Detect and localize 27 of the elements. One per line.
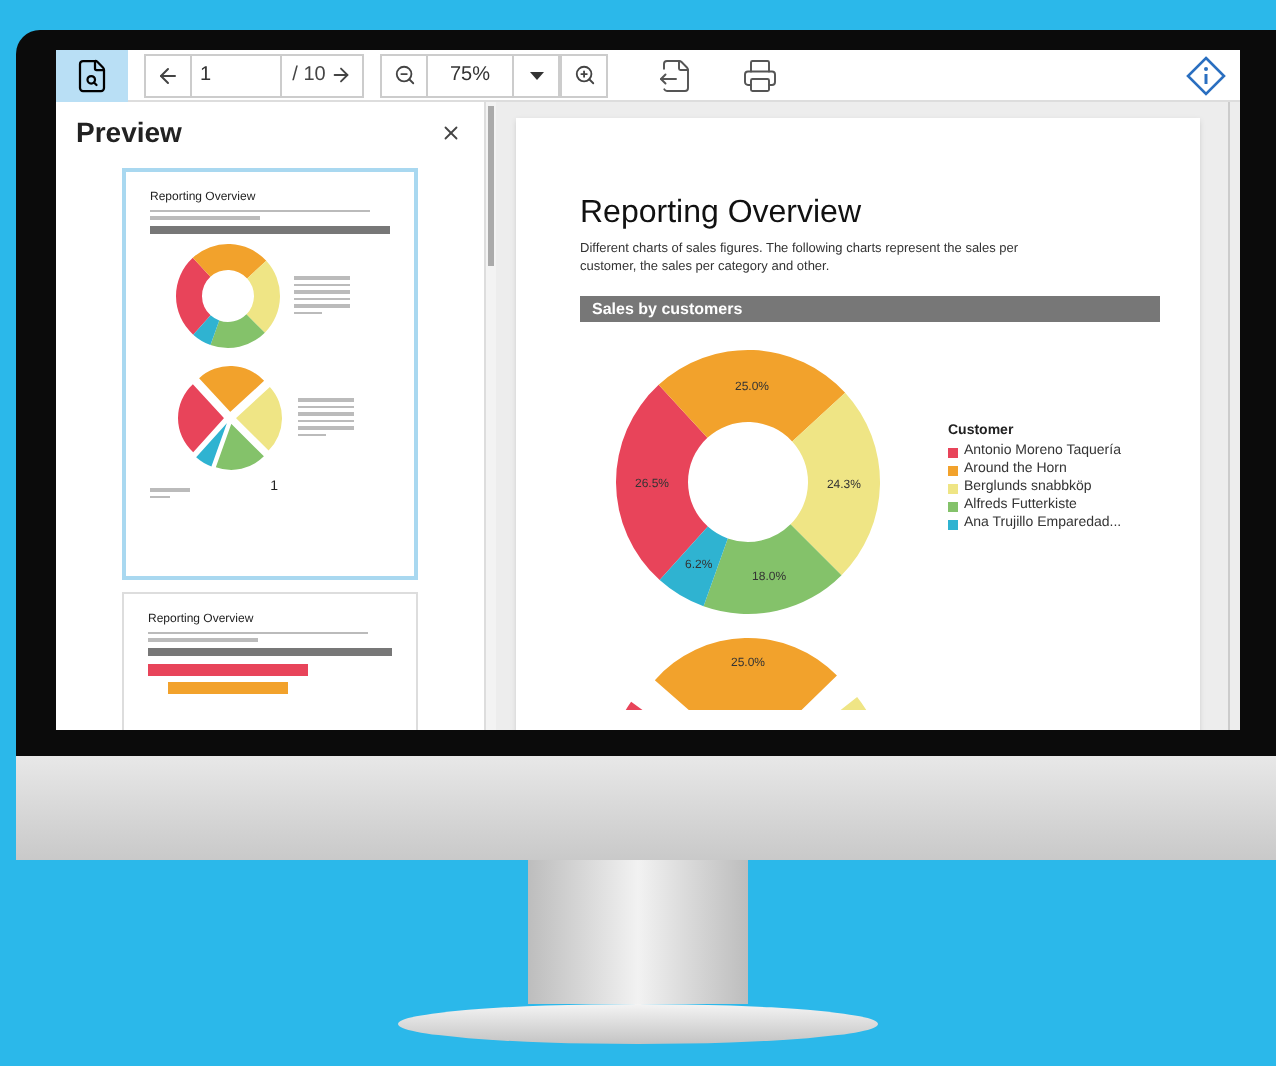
previous-page-button[interactable] (144, 53, 192, 97)
preview-toggle-button[interactable] (56, 50, 128, 101)
text-lines-drawing (150, 488, 190, 499)
scrollbar[interactable] (1228, 102, 1240, 730)
text-lines-drawing (294, 276, 350, 315)
next-page-button[interactable]: / 10 (280, 53, 364, 97)
scrollbar[interactable] (486, 102, 496, 730)
report-title: Reporting Overview (580, 194, 863, 234)
caret-icon (529, 71, 543, 79)
zoom-in-icon (573, 64, 595, 86)
arrow-right-icon (329, 64, 352, 86)
printer-icon (742, 57, 778, 93)
zoom-dropdown-button[interactable] (512, 53, 560, 97)
document-export-icon (658, 57, 694, 93)
arrow-left-icon (156, 63, 180, 87)
section-heading: Sales by customers (580, 296, 1160, 322)
close-icon (439, 121, 461, 144)
exploded-pie-drawing (174, 361, 286, 474)
zoom-field[interactable]: 75% (428, 53, 512, 97)
search-document-icon (74, 57, 110, 93)
info-button[interactable] (1184, 53, 1228, 97)
zoom-out-button[interactable] (380, 53, 428, 97)
text-lines-drawing (298, 398, 354, 437)
sidebar-title: Preview (76, 113, 182, 152)
info-icon (1186, 55, 1226, 95)
zoom-in-button[interactable] (560, 53, 608, 97)
zoom-out-icon (393, 64, 415, 86)
